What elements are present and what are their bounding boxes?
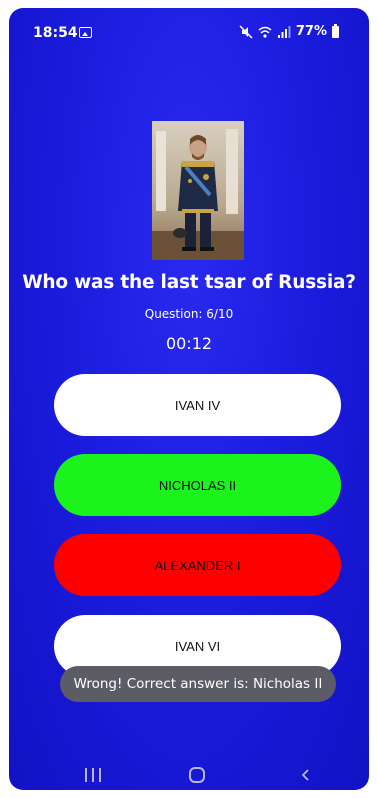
- home-icon[interactable]: [189, 767, 205, 783]
- question-counter: Question: 6/10: [144, 307, 234, 321]
- answer-button-2[interactable]: NICHOLAS II: [54, 454, 341, 516]
- question-image: [152, 121, 244, 260]
- navigation-bar: [9, 760, 369, 790]
- back-icon[interactable]: [299, 768, 313, 782]
- status-time: 18:54: [33, 25, 78, 41]
- status-icons: 77%: [239, 23, 339, 39]
- mute-icon: [239, 24, 253, 39]
- app-screen: 18:54 77% Who was the last tsar of Russi…: [9, 8, 369, 790]
- recents-icon[interactable]: [83, 768, 103, 782]
- battery-icon: [332, 23, 339, 38]
- battery-percent: 77%: [295, 24, 327, 39]
- wifi-icon: [258, 26, 272, 38]
- toast-message: Wrong! Correct answer is: Nicholas II: [60, 666, 336, 702]
- question-text: Who was the last tsar of Russia?: [22, 272, 356, 293]
- answer-button-3[interactable]: ALEXANDER I: [54, 534, 341, 596]
- status-bar: 18:54 77%: [9, 8, 369, 52]
- signal-icon: [277, 25, 291, 38]
- timer: 00:12: [165, 334, 213, 353]
- answer-button-1[interactable]: IVAN IV: [54, 374, 341, 436]
- gallery-icon: [79, 27, 92, 38]
